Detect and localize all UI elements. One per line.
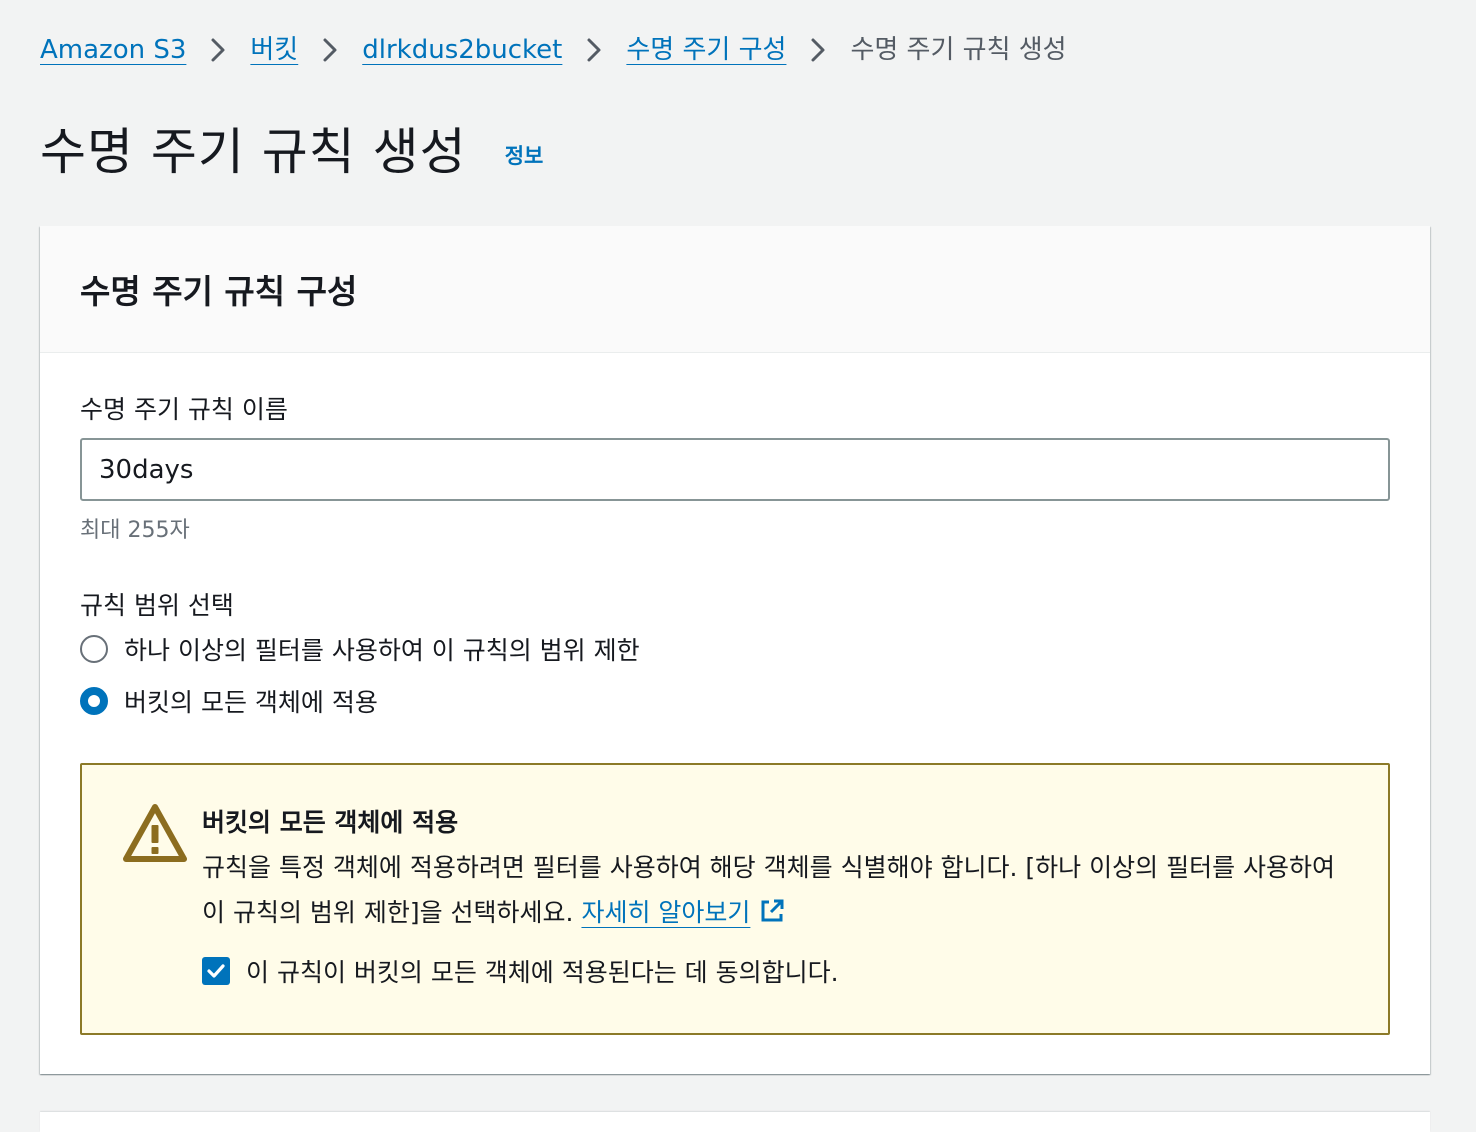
learn-more-link[interactable]: 자세히 알아보기: [581, 898, 786, 927]
acknowledge-label: 이 규칙이 버킷의 모든 객체에 적용된다는 데 동의합니다.: [246, 958, 839, 987]
radio-checked[interactable]: [80, 687, 108, 715]
checkmark-icon: [207, 964, 225, 978]
scope-option-filter[interactable]: 하나 이상의 필터를 사용하여 이 규칙의 범위 제한: [80, 631, 640, 667]
breadcrumb-bucket-name[interactable]: dlrkdus2bucket: [362, 30, 562, 70]
radio-unchecked[interactable]: [80, 635, 108, 663]
rule-name-hint: 최대 255자: [80, 518, 190, 543]
warning-text-block: 규칙을 특정 객체에 적용하려면 필터를 사용하여 해당 객체를 식별해야 합니…: [202, 845, 1362, 935]
learn-more-label: 자세히 알아보기: [581, 898, 751, 927]
external-link-icon: [758, 894, 786, 922]
next-panel-edge: [40, 1112, 1430, 1132]
page-title: 수명 주기 규칙 생성: [40, 123, 467, 181]
scope-option-label: 버킷의 모든 객체에 적용: [124, 688, 378, 717]
chevron-right-icon: [298, 30, 362, 70]
page-header: 수명 주기 규칙 생성 정보: [40, 112, 543, 184]
chevron-right-icon: [186, 30, 250, 70]
scope-label: 규칙 범위 선택: [80, 591, 234, 620]
rule-name-input[interactable]: [80, 438, 1390, 501]
rule-name-label: 수명 주기 규칙 이름: [80, 395, 288, 424]
breadcrumb-lifecycle-config[interactable]: 수명 주기 구성: [626, 30, 786, 70]
info-link[interactable]: 정보: [505, 140, 544, 170]
breadcrumb-amazon-s3[interactable]: Amazon S3: [40, 30, 186, 70]
breadcrumb: Amazon S3 버킷 dlrkdus2bucket 수명 주기 구성 수명 …: [40, 30, 1067, 70]
warning-title: 버킷의 모든 객체에 적용: [202, 808, 459, 837]
breadcrumb-current: 수명 주기 규칙 생성: [850, 35, 1067, 65]
scope-option-all-objects[interactable]: 버킷의 모든 객체에 적용: [80, 683, 378, 719]
scope-option-label: 하나 이상의 필터를 사용하여 이 규칙의 범위 제한: [124, 636, 640, 665]
acknowledge-row[interactable]: 이 규칙이 버킷의 모든 객체에 적용된다는 데 동의합니다.: [202, 953, 839, 989]
panel-header: 수명 주기 규칙 구성: [40, 226, 1430, 353]
warning-alert: 버킷의 모든 객체에 적용 규칙을 특정 객체에 적용하려면 필터를 사용하여 …: [80, 763, 1390, 1035]
chevron-right-icon: [562, 30, 626, 70]
warning-icon: [122, 801, 188, 867]
lifecycle-rule-config-panel: 수명 주기 규칙 구성 수명 주기 규칙 이름 최대 255자 규칙 범위 선택…: [40, 226, 1430, 1074]
acknowledge-checkbox[interactable]: [202, 957, 230, 985]
panel-title: 수명 주기 규칙 구성: [80, 272, 358, 311]
breadcrumb-buckets[interactable]: 버킷: [250, 30, 298, 70]
chevron-right-icon: [786, 30, 850, 70]
